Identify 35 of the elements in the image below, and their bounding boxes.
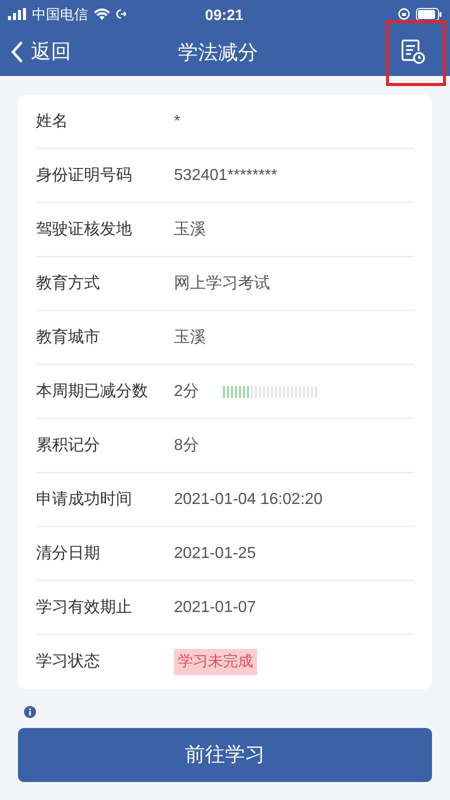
status-badge: 学习未完成 <box>174 648 257 676</box>
field-value: 532401******** <box>174 166 278 186</box>
field-label: 姓名 <box>36 112 69 132</box>
field-label: 驾驶证核发地 <box>36 220 133 240</box>
field-label: 学习状态 <box>36 652 101 672</box>
field-label: 本周期已减分数 <box>36 382 149 402</box>
field-label: 学习有效期止 <box>36 598 133 618</box>
field-value: 玉溪 <box>174 220 206 240</box>
rotation-lock-icon <box>398 8 410 20</box>
carrier-name: 中国电信 <box>32 4 88 24</box>
info-icon <box>24 706 36 718</box>
field-value: 2021-01-25 <box>174 544 256 564</box>
field-label: 教育方式 <box>36 273 101 294</box>
back-button[interactable]: 返回 <box>10 37 71 67</box>
start-learning-button[interactable]: 前往学习 <box>18 728 432 782</box>
field-value: 8分 <box>174 436 199 456</box>
field-label: 申请成功时间 <box>36 490 133 510</box>
document-clock-icon <box>400 39 426 65</box>
field-label: 清分日期 <box>36 544 101 564</box>
wifi-icon <box>94 8 110 20</box>
field-value: 2分 <box>174 382 199 402</box>
field-label: 累积记分 <box>36 436 101 456</box>
field-value: 玉溪 <box>174 328 206 348</box>
clock-time: 09:21 <box>205 6 244 26</box>
field-label: 教育城市 <box>36 327 101 348</box>
chevron-left-icon <box>10 41 23 63</box>
call-forward-icon <box>116 8 126 20</box>
battery-icon <box>416 8 442 20</box>
highlight-frame <box>386 20 446 86</box>
field-label: 身份证明号码 <box>36 166 133 186</box>
field-value: * <box>174 112 180 132</box>
field-value: 网上学习考试 <box>174 274 270 294</box>
field-value: 2021-01-07 <box>174 598 256 618</box>
page-title: 学法减分 <box>178 41 258 66</box>
field-value: 2021-01-04 16:02:20 <box>174 490 323 510</box>
